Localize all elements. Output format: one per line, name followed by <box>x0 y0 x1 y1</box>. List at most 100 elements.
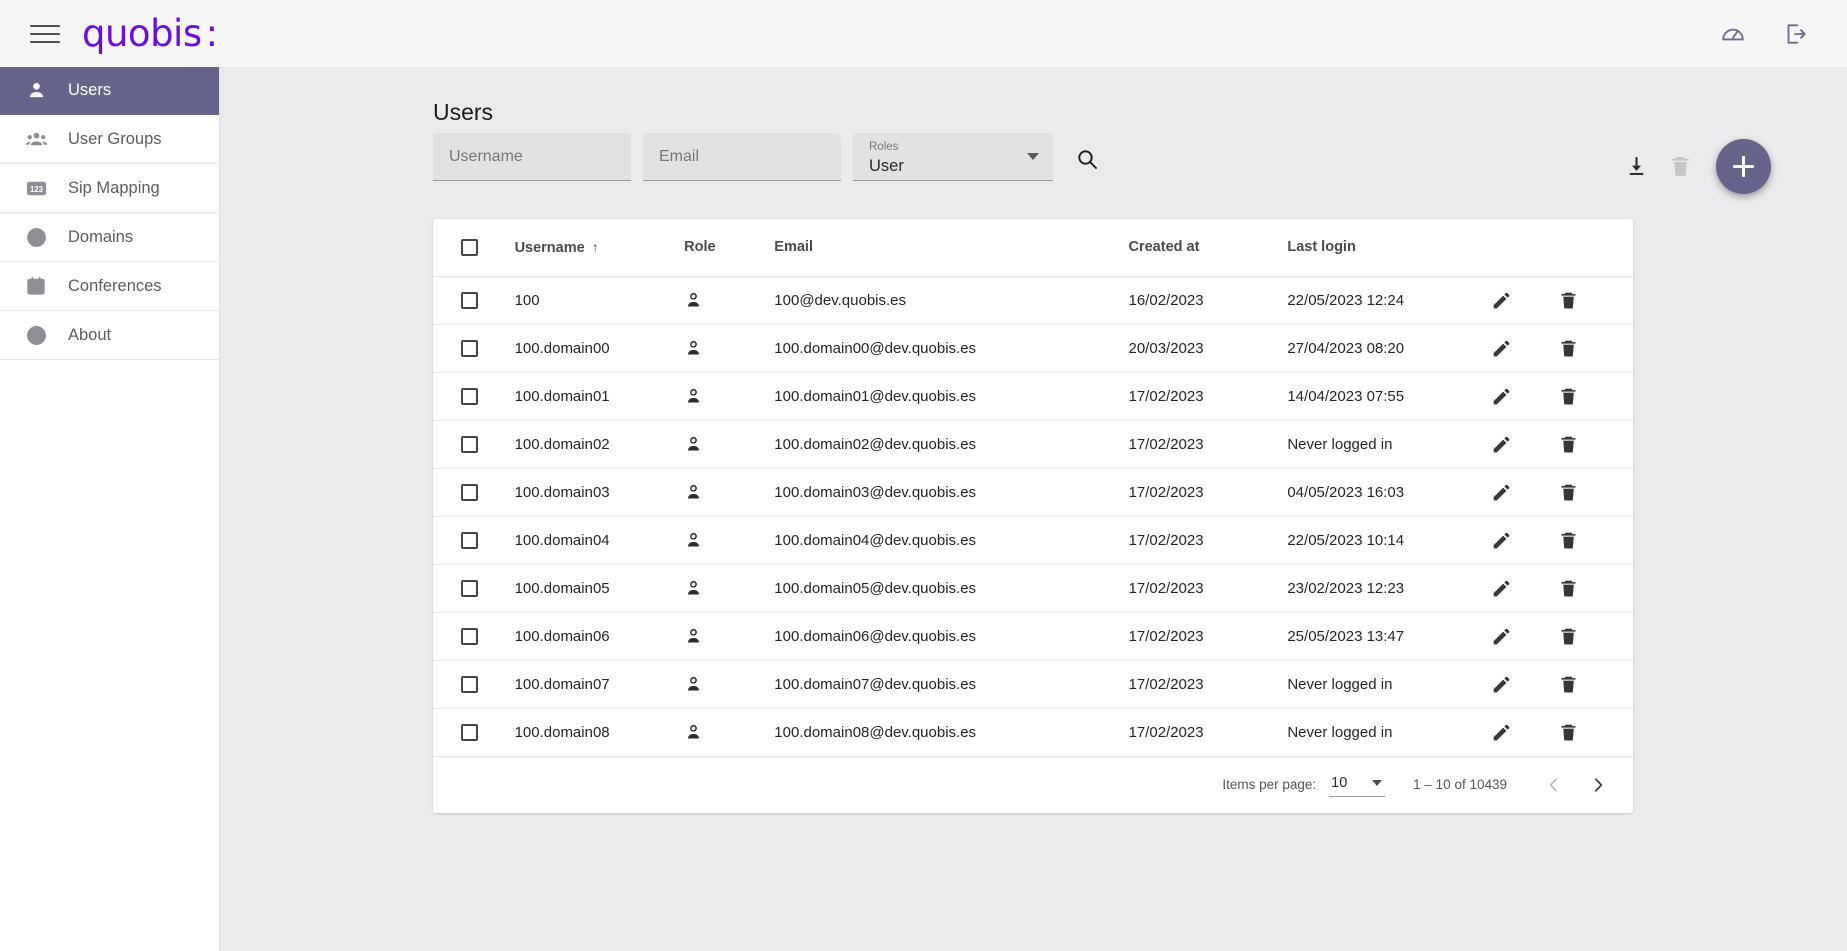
table-row[interactable]: 100.domain05100.domain05@dev.quobis.es17… <box>433 564 1633 612</box>
roles-filter-select[interactable]: Roles User <box>853 133 1053 181</box>
trash-icon[interactable] <box>1558 626 1633 647</box>
edit-pencil-icon[interactable] <box>1491 482 1558 503</box>
table-row[interactable]: 100.domain08100.domain08@dev.quobis.es17… <box>433 708 1633 756</box>
app-root: quobis: Users <box>0 0 1847 951</box>
sidebar-item-users[interactable]: Users <box>0 67 219 115</box>
row-checkbox[interactable] <box>461 532 478 549</box>
cell-last-login: 22/05/2023 10:14 <box>1287 516 1491 564</box>
cell-role <box>684 420 774 468</box>
row-checkbox[interactable] <box>461 580 478 597</box>
row-checkbox[interactable] <box>461 292 478 309</box>
table-row[interactable]: 100.domain04100.domain04@dev.quobis.es17… <box>433 516 1633 564</box>
edit-pencil-icon[interactable] <box>1491 626 1558 647</box>
trash-icon[interactable] <box>1558 530 1633 551</box>
add-user-button[interactable] <box>1716 139 1771 194</box>
person-icon <box>24 79 48 103</box>
search-icon[interactable] <box>1073 145 1101 173</box>
cell-username: 100.domain06 <box>515 612 685 660</box>
trash-icon[interactable] <box>1558 578 1633 599</box>
cell-email: 100.domain07@dev.quobis.es <box>774 660 1128 708</box>
edit-pencil-icon[interactable] <box>1491 434 1558 455</box>
sort-asc-icon: ↑ <box>592 239 599 255</box>
sidebar-item-user-groups[interactable]: User Groups <box>0 115 219 164</box>
select-all-checkbox[interactable] <box>461 239 478 256</box>
row-checkbox[interactable] <box>461 724 478 741</box>
column-header-username[interactable]: Username↑ <box>515 219 685 276</box>
calendar-icon <box>24 274 48 298</box>
cell-last-login: 23/02/2023 12:23 <box>1287 564 1491 612</box>
sidebar-item-about[interactable]: About <box>0 311 219 360</box>
sidebar-item-label: Sip Mapping <box>68 179 160 198</box>
sidebar-item-conferences[interactable]: Conferences <box>0 262 219 311</box>
email-filter-field[interactable] <box>643 133 841 181</box>
filter-toolbar: Roles User <box>433 133 1847 187</box>
table-row[interactable]: 100.domain01100.domain01@dev.quobis.es17… <box>433 372 1633 420</box>
row-select-cell <box>433 372 515 420</box>
chevron-left-icon[interactable] <box>1541 772 1567 798</box>
sidebar-item-sip-mapping[interactable]: 123 Sip Mapping <box>0 164 219 213</box>
table-row[interactable]: 100.domain02100.domain02@dev.quobis.es17… <box>433 420 1633 468</box>
row-checkbox[interactable] <box>461 436 478 453</box>
edit-pencil-icon[interactable] <box>1491 722 1558 743</box>
person-icon <box>684 387 774 406</box>
row-checkbox[interactable] <box>461 676 478 693</box>
column-header-created-at[interactable]: Created at <box>1129 219 1288 276</box>
edit-pencil-icon[interactable] <box>1491 530 1558 551</box>
trash-icon[interactable] <box>1558 290 1633 311</box>
row-select-cell <box>433 324 515 372</box>
trash-icon[interactable] <box>1558 674 1633 695</box>
table-body: 100100@dev.quobis.es16/02/202322/05/2023… <box>433 276 1633 756</box>
trash-icon[interactable] <box>1558 434 1633 455</box>
table-row[interactable]: 100.domain07100.domain07@dev.quobis.es17… <box>433 660 1633 708</box>
username-filter-field[interactable] <box>433 133 631 181</box>
person-icon <box>684 675 774 694</box>
cell-delete <box>1558 516 1633 564</box>
cell-email: 100.domain02@dev.quobis.es <box>774 420 1128 468</box>
cell-last-login: 14/04/2023 07:55 <box>1287 372 1491 420</box>
column-header-last-login[interactable]: Last login <box>1287 219 1491 276</box>
table-row[interactable]: 100.domain03100.domain03@dev.quobis.es17… <box>433 468 1633 516</box>
cell-last-login: 04/05/2023 16:03 <box>1287 468 1491 516</box>
edit-pencil-icon[interactable] <box>1491 338 1558 359</box>
row-checkbox[interactable] <box>461 628 478 645</box>
cell-role <box>684 564 774 612</box>
chevron-right-icon[interactable] <box>1585 772 1611 798</box>
dashboard-gauge-icon[interactable] <box>1719 20 1747 48</box>
column-header-role[interactable]: Role <box>684 219 774 276</box>
edit-pencil-icon[interactable] <box>1491 674 1558 695</box>
edit-pencil-icon[interactable] <box>1491 578 1558 599</box>
column-header-email[interactable]: Email <box>774 219 1128 276</box>
people-icon <box>24 127 48 151</box>
table-row[interactable]: 100.domain00100.domain00@dev.quobis.es20… <box>433 324 1633 372</box>
cell-role <box>684 372 774 420</box>
logout-icon[interactable] <box>1781 20 1809 48</box>
edit-pencil-icon[interactable] <box>1491 290 1558 311</box>
pagination-nav <box>1541 772 1611 798</box>
cell-username: 100.domain03 <box>515 468 685 516</box>
download-icon[interactable] <box>1614 145 1658 189</box>
row-select-cell <box>433 276 515 324</box>
cell-email: 100.domain08@dev.quobis.es <box>774 708 1128 756</box>
edit-pencil-icon[interactable] <box>1491 386 1558 407</box>
column-header-edit <box>1491 219 1558 276</box>
trash-icon[interactable] <box>1658 145 1702 189</box>
table-row[interactable]: 100100@dev.quobis.es16/02/202322/05/2023… <box>433 276 1633 324</box>
row-checkbox[interactable] <box>461 340 478 357</box>
hamburger-menu-icon[interactable] <box>30 19 60 49</box>
table-row[interactable]: 100.domain06100.domain06@dev.quobis.es17… <box>433 612 1633 660</box>
trash-icon[interactable] <box>1558 386 1633 407</box>
row-select-cell <box>433 564 515 612</box>
cell-email: 100.domain00@dev.quobis.es <box>774 324 1128 372</box>
items-per-page-select[interactable]: 10 <box>1329 773 1385 797</box>
search-input-username[interactable] <box>449 148 615 166</box>
row-checkbox[interactable] <box>461 388 478 405</box>
cell-edit <box>1491 516 1558 564</box>
globe-icon <box>24 225 48 249</box>
sidebar-item-domains[interactable]: Domains <box>0 213 219 262</box>
main-content: Users Roles User <box>220 67 1847 951</box>
trash-icon[interactable] <box>1558 338 1633 359</box>
trash-icon[interactable] <box>1558 722 1633 743</box>
search-input-email[interactable] <box>659 148 825 166</box>
row-checkbox[interactable] <box>461 484 478 501</box>
trash-icon[interactable] <box>1558 482 1633 503</box>
